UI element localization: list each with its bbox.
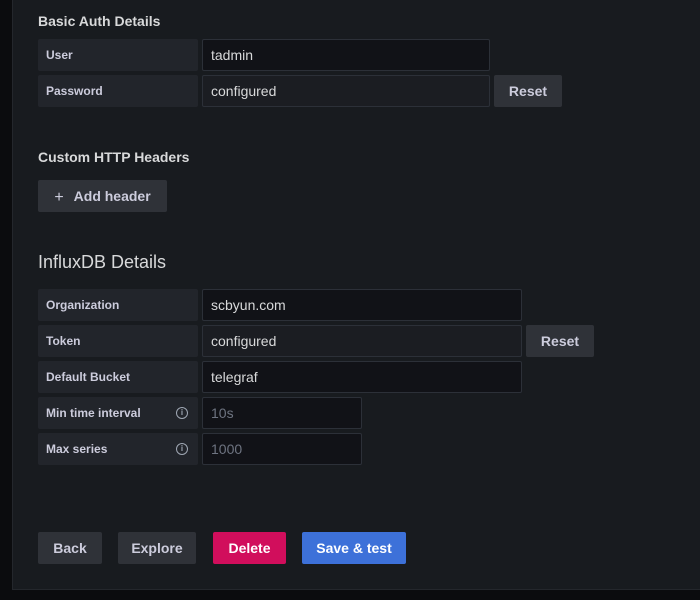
info-icon[interactable]: i — [176, 443, 188, 455]
explore-button[interactable]: Explore — [118, 532, 196, 564]
add-header-button[interactable]: + Add header — [38, 180, 167, 212]
datasource-settings-panel: Basic Auth Details User tadmin Password … — [12, 0, 700, 590]
back-button[interactable]: Back — [38, 532, 102, 564]
info-icon[interactable]: i — [176, 407, 188, 419]
organization-input[interactable]: scbyun.com — [202, 289, 522, 321]
organization-label: Organization — [38, 289, 198, 321]
default-bucket-input[interactable]: telegraf — [202, 361, 522, 393]
token-reset-button[interactable]: Reset — [526, 325, 594, 357]
max-series-input[interactable]: 1000 — [202, 433, 362, 465]
basic-auth-title: Basic Auth Details — [38, 13, 161, 29]
password-input[interactable]: configured — [202, 75, 490, 107]
min-time-interval-label: Min time interval i — [38, 397, 198, 429]
user-input[interactable]: tadmin — [202, 39, 490, 71]
default-bucket-label: Default Bucket — [38, 361, 198, 393]
password-label: Password — [38, 75, 198, 107]
save-and-test-button[interactable]: Save & test — [302, 532, 406, 564]
password-reset-button[interactable]: Reset — [494, 75, 562, 107]
add-header-label: Add header — [73, 188, 151, 204]
token-label: Token — [38, 325, 198, 357]
min-time-interval-input[interactable]: 10s — [202, 397, 362, 429]
max-series-label-text: Max series — [46, 442, 108, 456]
influxdb-title: InfluxDB Details — [38, 252, 167, 272]
delete-button[interactable]: Delete — [213, 532, 286, 564]
custom-headers-title: Custom HTTP Headers — [38, 149, 190, 165]
max-series-label: Max series i — [38, 433, 198, 465]
user-label: User — [38, 39, 198, 71]
token-input[interactable]: configured — [202, 325, 522, 357]
min-time-interval-label-text: Min time interval — [46, 406, 141, 420]
plus-icon: + — [54, 189, 64, 206]
